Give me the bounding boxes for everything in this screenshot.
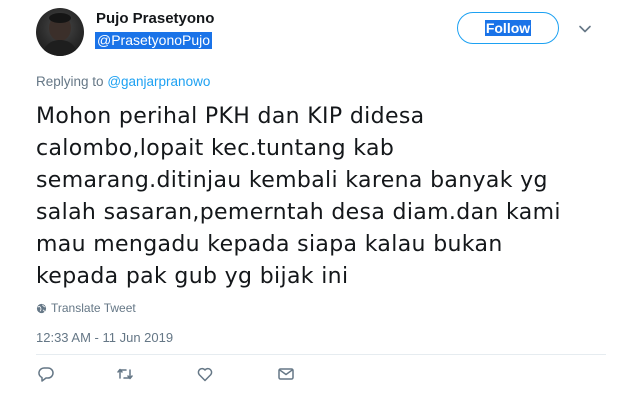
caret-down-icon[interactable] [576, 20, 594, 38]
translate-tweet-link[interactable]: Translate Tweet [36, 301, 136, 315]
globe-icon [36, 303, 47, 313]
display-name[interactable]: Pujo Prasetyono [96, 10, 214, 27]
direct-message-icon[interactable] [276, 364, 296, 384]
screen-name[interactable]: @PrasetyonoPujo [95, 32, 213, 49]
tweet-text: Mohon perihal PKH dan KIP didesa calombo… [36, 104, 561, 289]
retweet-icon[interactable] [115, 364, 135, 384]
reply-context: Replying to @ganjarpranowo [36, 74, 210, 89]
follow-button[interactable]: Follow [457, 12, 559, 44]
reply-icon[interactable] [36, 364, 56, 384]
reply-context-handle[interactable]: @ganjarpranowo [107, 74, 210, 89]
tweet-timestamp[interactable]: 12:33 AM - 11 Jun 2019 [36, 330, 173, 345]
reply-context-prefix: Replying to [36, 74, 104, 89]
translate-tweet-label: Translate Tweet [51, 301, 136, 315]
divider [36, 354, 606, 355]
like-icon[interactable] [195, 364, 215, 384]
follow-button-label: Follow [484, 20, 532, 36]
avatar[interactable] [36, 8, 84, 56]
